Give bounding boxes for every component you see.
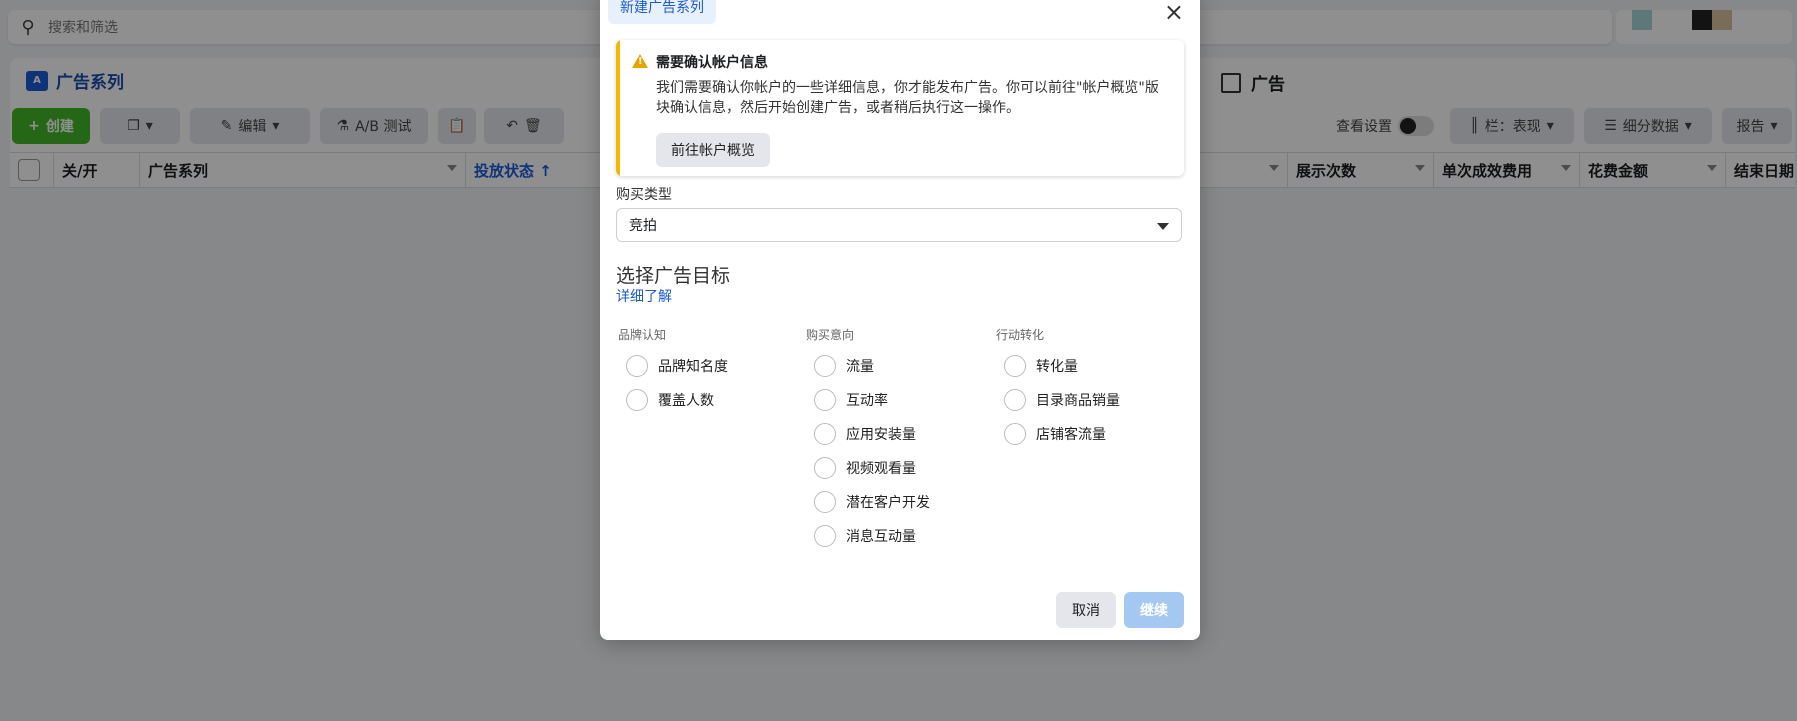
continue-button[interactable]: 继续 — [1124, 592, 1184, 628]
objective-option-label: 品牌知名度 — [658, 359, 728, 375]
objective-option[interactable]: 流量 — [806, 349, 986, 383]
create-campaign-dialog: 新建广告系列 × 需要确认帐户信息 我们需要确认你帐户的一些详细信息，你才能发布… — [600, 0, 1200, 640]
objective-column-awareness: 品牌认知 品牌知名度 覆盖人数 — [618, 326, 798, 417]
notice-text: 我们需要确认你帐户的一些详细信息，你才能发布广告。你可以前往"帐户概览"版块确认… — [656, 80, 1159, 116]
objective-column-consideration: 购买意向 流量 互动率 应用安装量 视频观看量 潜在客户开发 消息互动量 — [806, 326, 986, 553]
buy-type-select[interactable]: 竞拍 — [616, 208, 1182, 242]
radio-button[interactable] — [814, 491, 836, 513]
objective-option[interactable]: 互动率 — [806, 383, 986, 417]
objective-option-label: 潜在客户开发 — [846, 495, 930, 511]
warning-icon — [632, 54, 648, 68]
notice-title: 需要确认帐户信息 — [656, 55, 768, 71]
dropdown-arrow-icon — [1157, 223, 1169, 230]
objective-option-label: 店铺客流量 — [1036, 427, 1106, 443]
objective-option-label: 互动率 — [846, 393, 888, 409]
objective-option-label: 应用安装量 — [846, 427, 916, 443]
cancel-button[interactable]: 取消 — [1056, 592, 1116, 628]
close-icon[interactable]: × — [1164, 0, 1184, 24]
radio-button[interactable] — [1004, 389, 1026, 411]
objective-option-label: 消息互动量 — [846, 529, 916, 545]
objective-option[interactable]: 应用安装量 — [806, 417, 986, 451]
radio-button[interactable] — [814, 525, 836, 547]
account-confirm-notice: 需要确认帐户信息 我们需要确认你帐户的一些详细信息，你才能发布广告。你可以前往"… — [616, 40, 1184, 176]
radio-button[interactable] — [1004, 423, 1026, 445]
objective-option[interactable]: 消息互动量 — [806, 519, 986, 553]
dialog-tab: 新建广告系列 — [608, 0, 716, 24]
radio-button[interactable] — [1004, 355, 1026, 377]
objective-option[interactable]: 转化量 — [996, 349, 1176, 383]
objective-column-heading: 品牌认知 — [618, 328, 667, 342]
go-to-account-overview-button[interactable]: 前往帐户概览 — [656, 133, 770, 167]
objective-option[interactable]: 潜在客户开发 — [806, 485, 986, 519]
objective-option[interactable]: 目录商品销量 — [996, 383, 1176, 417]
objective-option[interactable]: 店铺客流量 — [996, 417, 1176, 451]
objective-column-conversion: 行动转化 转化量 目录商品销量 店铺客流量 — [996, 326, 1176, 451]
radio-button[interactable] — [626, 355, 648, 377]
objective-option[interactable]: 视频观看量 — [806, 451, 986, 485]
radio-button[interactable] — [814, 457, 836, 479]
objective-option[interactable]: 覆盖人数 — [618, 383, 798, 417]
objective-column-heading: 购买意向 — [806, 328, 855, 342]
objective-option-label: 视频观看量 — [846, 461, 916, 477]
objective-option-label: 流量 — [846, 359, 874, 375]
radio-button[interactable] — [814, 423, 836, 445]
radio-button[interactable] — [814, 389, 836, 411]
objective-column-heading: 行动转化 — [996, 328, 1045, 342]
buy-type-value: 竞拍 — [629, 218, 657, 234]
objective-option-label: 覆盖人数 — [658, 393, 714, 409]
objective-option-label: 目录商品销量 — [1036, 393, 1120, 409]
buy-type-label: 购买类型 — [616, 187, 672, 203]
objective-option[interactable]: 品牌知名度 — [618, 349, 798, 383]
radio-button[interactable] — [814, 355, 836, 377]
learn-more-link[interactable]: 详细了解 — [616, 286, 672, 306]
radio-button[interactable] — [626, 389, 648, 411]
objective-option-label: 转化量 — [1036, 359, 1078, 375]
notice-accent-bar — [616, 40, 620, 176]
objective-section-title: 选择广告目标 — [616, 265, 731, 287]
